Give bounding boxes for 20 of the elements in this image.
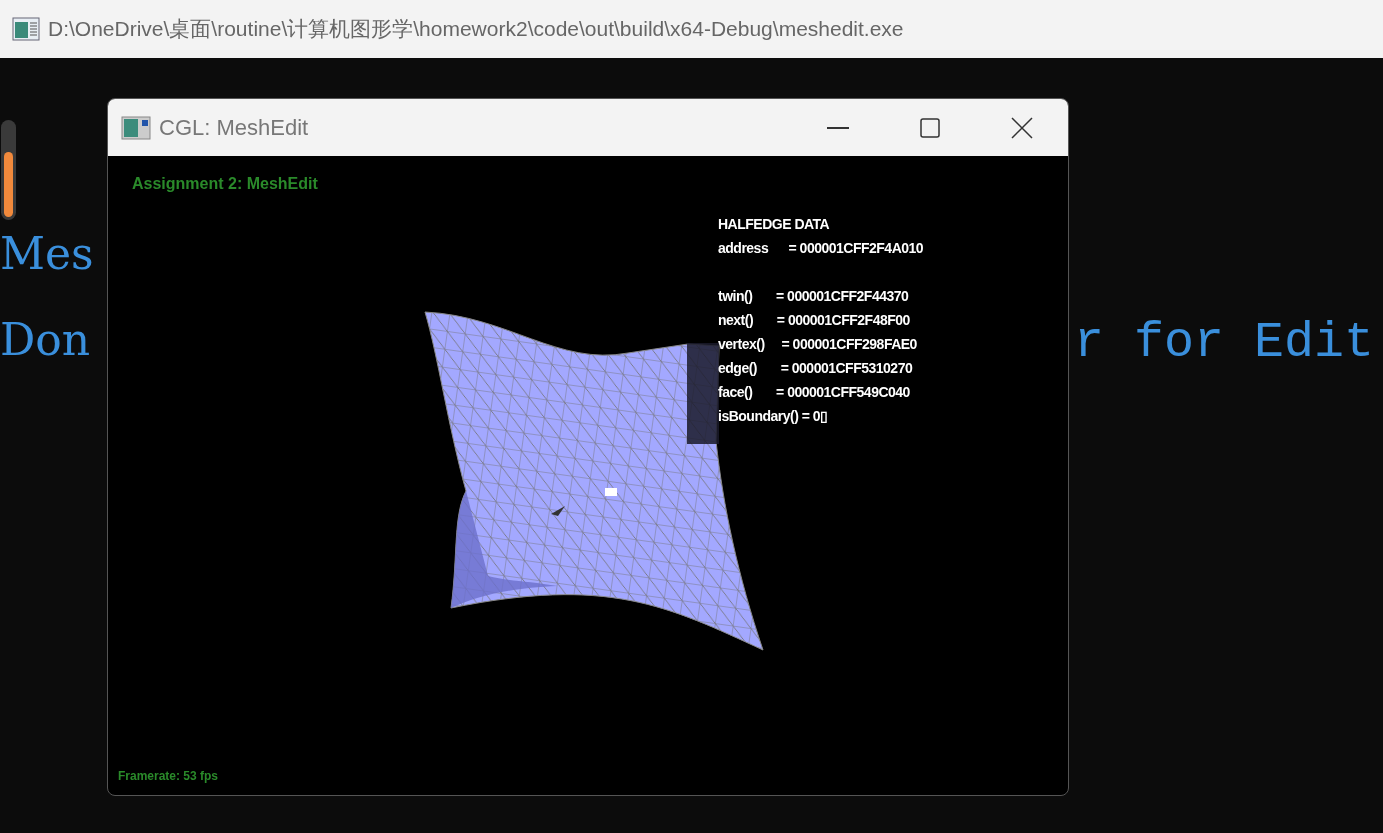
minimize-icon — [827, 126, 849, 129]
window-title: CGL: MeshEdit — [159, 114, 309, 142]
data-line: next() = 000001CFF2F48F00 — [718, 311, 911, 330]
viewer-heading: Assignment 2: MeshEdit — [132, 174, 318, 194]
data-line: face() = 000001CFF549C040 — [718, 383, 911, 402]
data-line: vertex() = 000001CFF298FAE0 — [718, 335, 918, 354]
data-line: edge() = 000001CFF5310270 — [718, 359, 914, 378]
console-text: Mes — [0, 232, 94, 276]
console-text: Don — [0, 318, 91, 362]
data-line: address = 000001CFF2F4A010 — [718, 239, 924, 258]
panel-title: HALFEDGE DATA — [718, 215, 831, 234]
data-line: twin() = 000001CFF2F44370 — [718, 287, 910, 306]
console-text: r for Edit — [1074, 318, 1375, 368]
data-line: isBoundary() = 0▯ — [718, 407, 829, 426]
close-icon — [1011, 116, 1033, 139]
maximize-icon — [920, 117, 940, 138]
app-window-icon — [12, 17, 40, 41]
window-title: D:\OneDrive\桌面\routine\计算机图形学\homework2\code\out\build\x64-Debug\meshedit.exe — [48, 16, 904, 43]
framerate-label: Framerate: 53 fps — [118, 768, 219, 785]
app-window-icon — [121, 115, 151, 140]
